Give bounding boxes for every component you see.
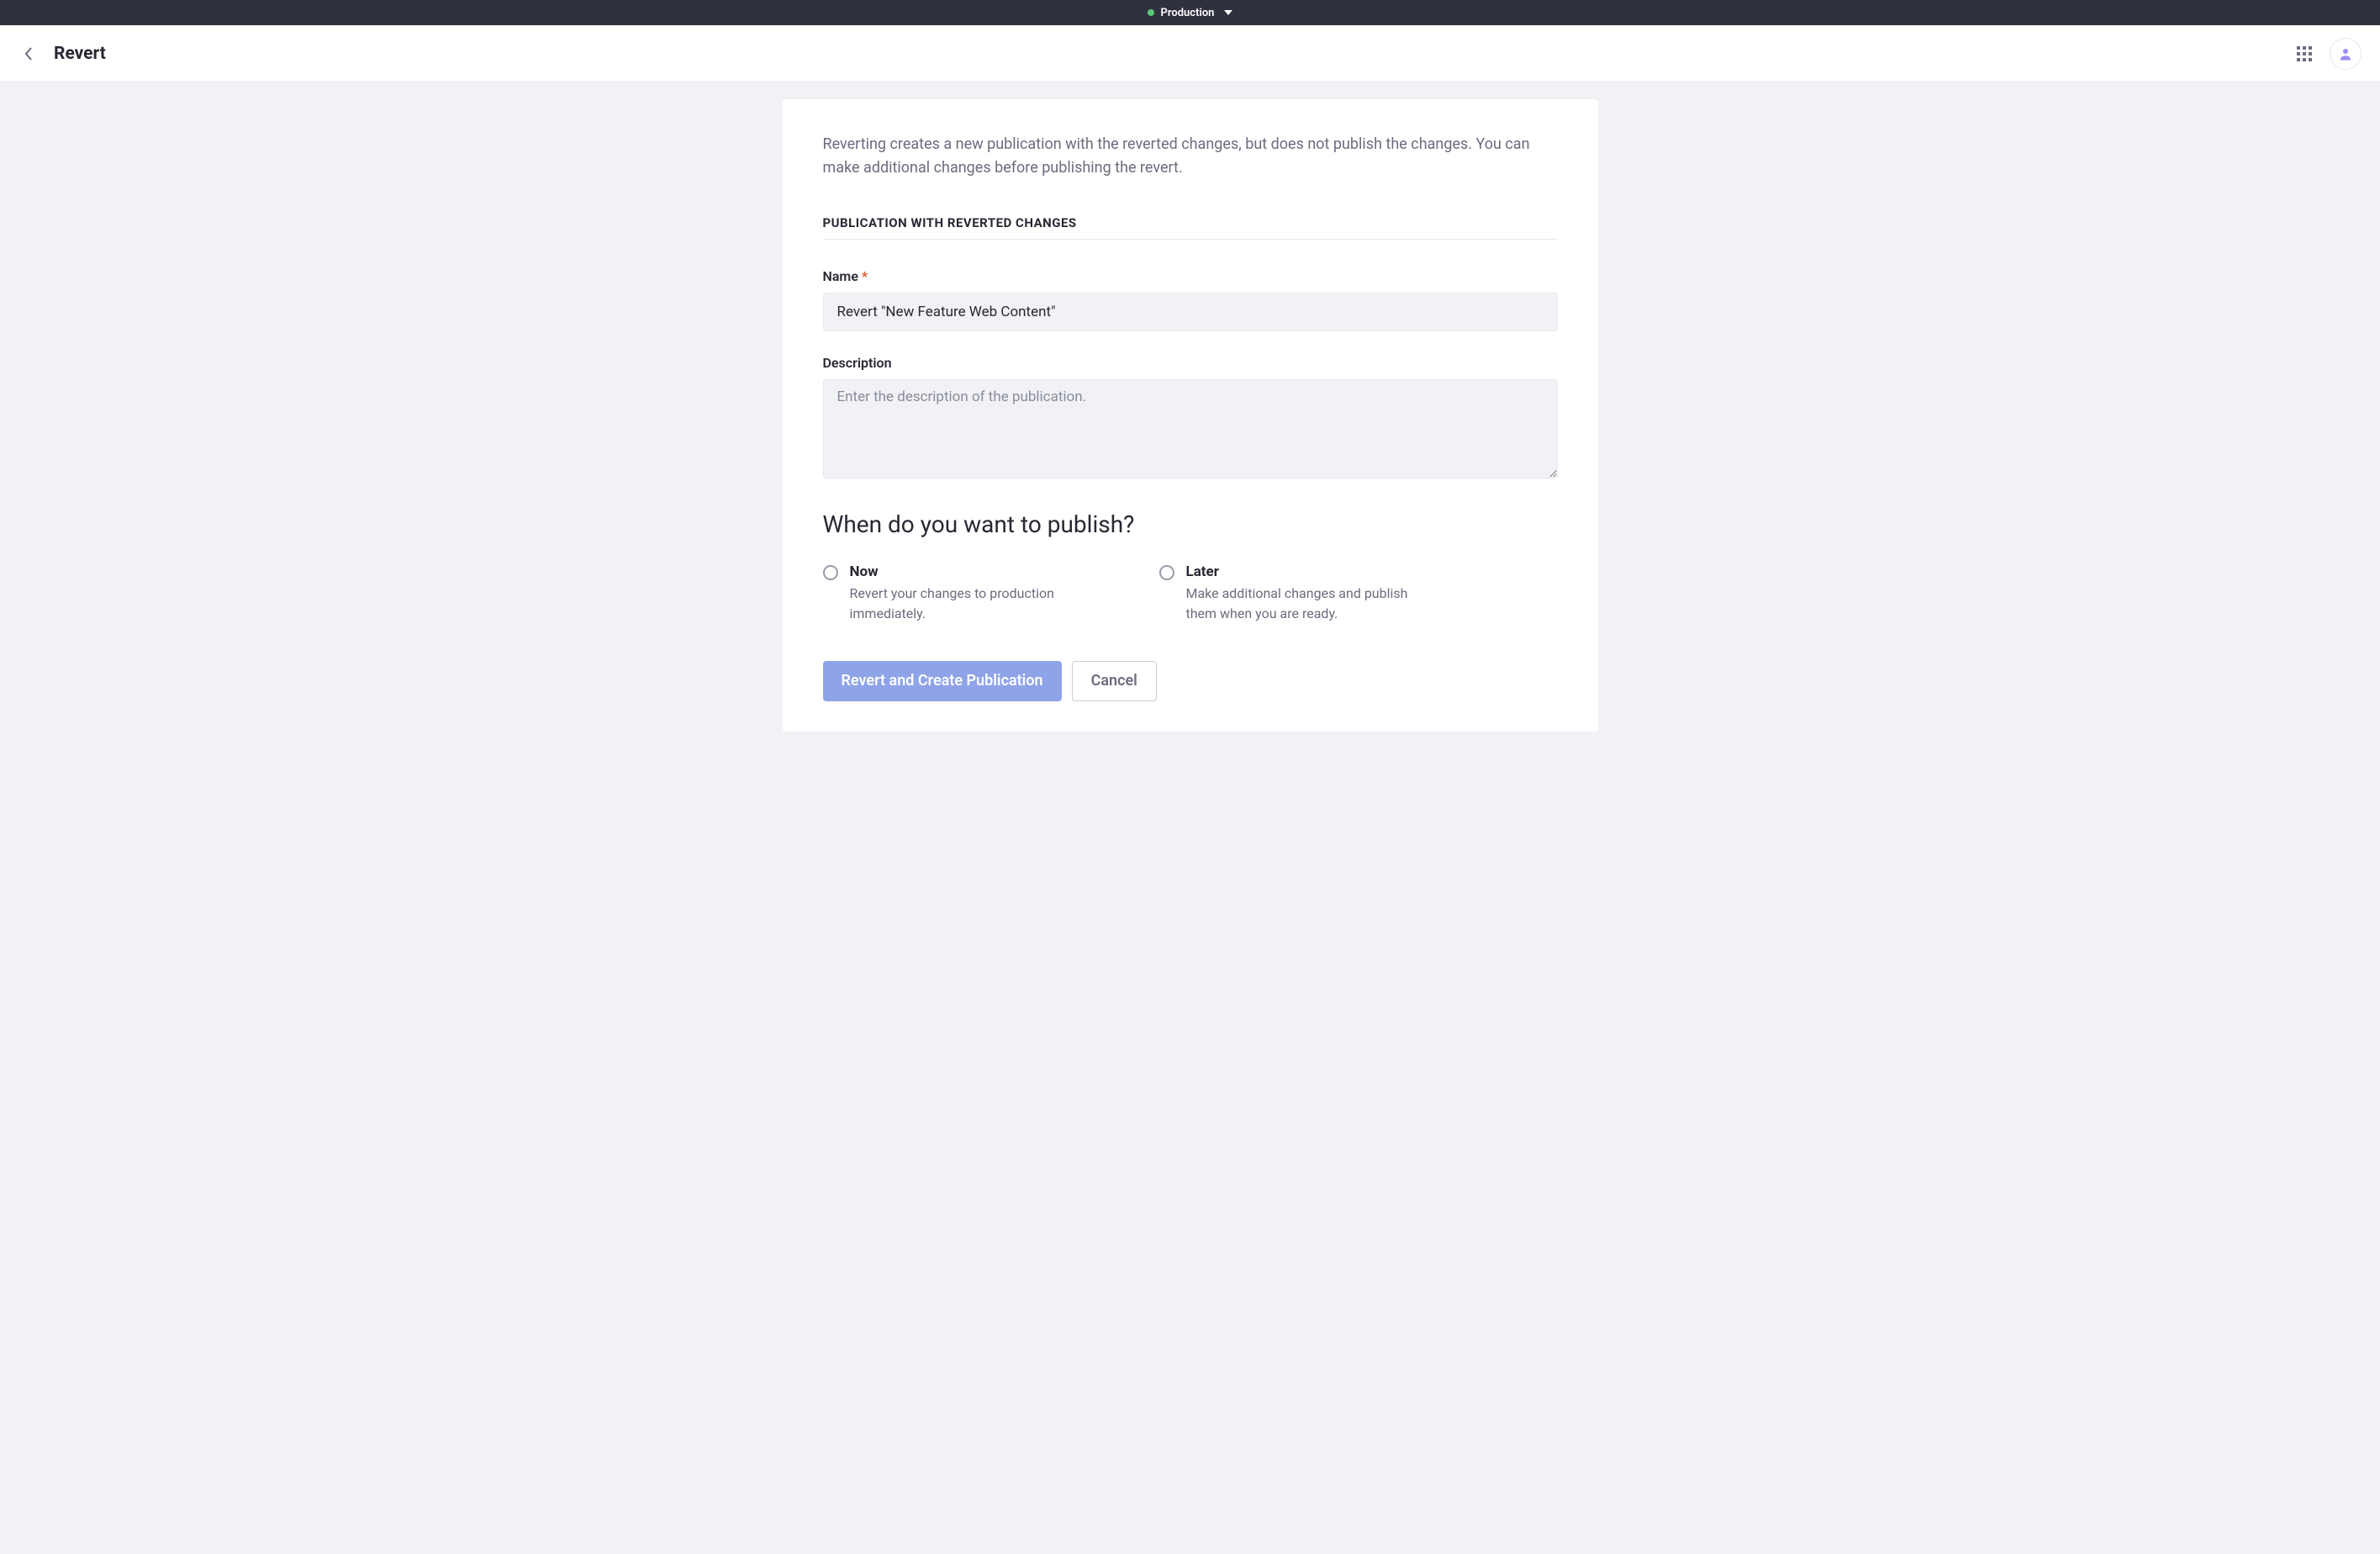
radio-now-desc: Revert your changes to production immedi… bbox=[850, 584, 1084, 624]
cancel-button[interactable]: Cancel bbox=[1072, 661, 1157, 701]
form-card: Reverting creates a new publication with… bbox=[783, 99, 1598, 732]
required-mark: * bbox=[862, 268, 868, 284]
form-actions: Revert and Create Publication Cancel bbox=[823, 661, 1558, 701]
status-dot-icon bbox=[1148, 9, 1154, 16]
apps-menu-button[interactable] bbox=[2294, 44, 2314, 64]
radio-option-now[interactable]: Now Revert your changes to production im… bbox=[823, 563, 1084, 624]
env-label: Production bbox=[1161, 7, 1215, 19]
radio-now-text: Now Revert your changes to production im… bbox=[850, 563, 1084, 624]
env-selector[interactable]: Production bbox=[1148, 7, 1233, 19]
name-label-text: Name bbox=[823, 268, 858, 284]
section-header: PUBLICATION WITH REVERTED CHANGES bbox=[823, 215, 1558, 240]
name-field-group: Name * bbox=[823, 268, 1558, 331]
description-textarea[interactable] bbox=[823, 379, 1558, 478]
radio-now-label: Now bbox=[850, 563, 1084, 580]
user-menu-button[interactable] bbox=[2330, 38, 2362, 70]
topbar: Production bbox=[0, 0, 2380, 25]
publish-heading: When do you want to publish? bbox=[823, 510, 1558, 538]
apps-grid-icon bbox=[2297, 46, 2312, 61]
radio-option-later[interactable]: Later Make additional changes and publis… bbox=[1159, 563, 1420, 624]
name-input[interactable] bbox=[823, 293, 1558, 331]
radio-later-text: Later Make additional changes and publis… bbox=[1186, 563, 1420, 624]
header-right bbox=[2294, 38, 2362, 70]
description-field-group: Description bbox=[823, 355, 1558, 482]
intro-text: Reverting creates a new publication with… bbox=[823, 133, 1558, 180]
radio-later-desc: Make additional changes and publish them… bbox=[1186, 584, 1420, 624]
radio-later-label: Later bbox=[1186, 563, 1420, 580]
description-label: Description bbox=[823, 355, 1558, 371]
revert-create-button[interactable]: Revert and Create Publication bbox=[823, 661, 1062, 701]
back-button[interactable] bbox=[18, 44, 39, 64]
user-icon bbox=[2338, 46, 2353, 61]
radio-now-input[interactable] bbox=[823, 565, 838, 580]
radio-later-input[interactable] bbox=[1159, 565, 1174, 580]
header-left: Revert bbox=[18, 44, 106, 64]
page-title: Revert bbox=[54, 44, 106, 64]
chevron-left-icon bbox=[24, 47, 33, 61]
page-header: Revert bbox=[0, 25, 2380, 82]
publish-radio-group: Now Revert your changes to production im… bbox=[823, 563, 1558, 624]
caret-down-icon bbox=[1224, 10, 1232, 15]
main-content: Reverting creates a new publication with… bbox=[0, 82, 2380, 765]
name-label: Name * bbox=[823, 268, 1558, 284]
